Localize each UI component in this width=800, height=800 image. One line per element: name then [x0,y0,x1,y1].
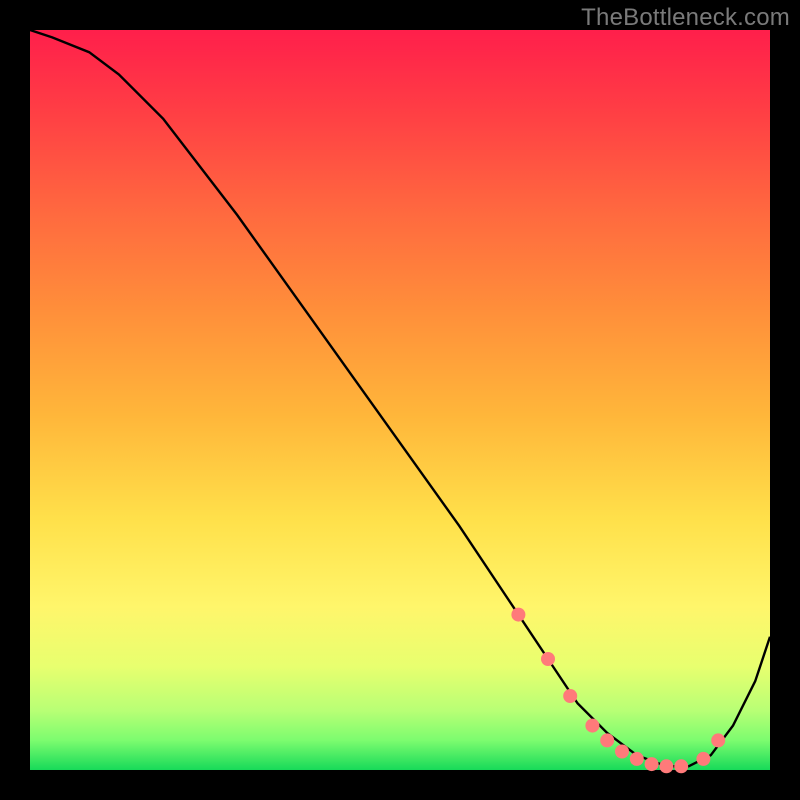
marker-point [600,733,614,747]
marker-point [659,759,673,773]
highlight-markers [511,608,725,774]
bottleneck-curve [30,30,770,766]
marker-point [585,719,599,733]
plot-area [30,30,770,770]
chart-svg [30,30,770,770]
marker-point [541,652,555,666]
marker-point [645,757,659,771]
marker-point [511,608,525,622]
marker-point [630,752,644,766]
watermark-text: TheBottleneck.com [581,4,790,32]
marker-point [615,745,629,759]
marker-point [674,759,688,773]
marker-point [711,733,725,747]
chart-frame: TheBottleneck.com [0,0,800,800]
marker-point [696,752,710,766]
marker-point [563,689,577,703]
